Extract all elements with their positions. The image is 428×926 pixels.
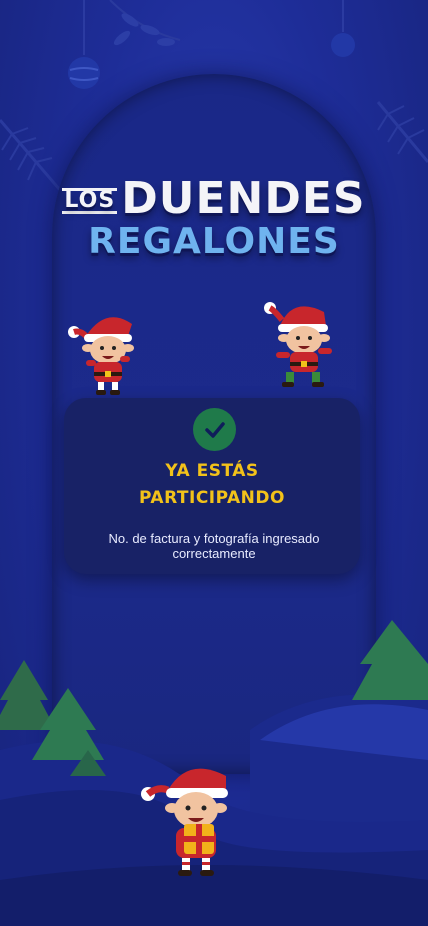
pine-branch-right-icon bbox=[376, 101, 428, 163]
leaf-branch-top-icon bbox=[109, 0, 181, 46]
ornament-right-icon bbox=[331, 0, 355, 57]
success-badge bbox=[193, 408, 236, 451]
message-line-1: No. de factura y fotografía ingresado bbox=[108, 531, 320, 546]
elf-gift-icon bbox=[141, 768, 228, 876]
logo-regalones: REGALONES bbox=[88, 221, 340, 262]
elf-right-icon bbox=[264, 302, 332, 387]
logo-title: LOS DUENDES REGALONES bbox=[0, 176, 428, 262]
status-line-2: PARTICIPANDO bbox=[139, 488, 285, 508]
ornament-left-icon bbox=[68, 0, 100, 89]
check-icon bbox=[204, 421, 225, 438]
logo-los: LOS bbox=[62, 188, 118, 214]
elf-left-icon bbox=[68, 317, 134, 395]
confirmation-message: No. de factura y fotografía ingresado co… bbox=[84, 531, 344, 561]
status-line-1: YA ESTÁS bbox=[165, 461, 259, 481]
logo-duendes: DUENDES bbox=[121, 173, 366, 224]
gift-icon bbox=[184, 824, 214, 854]
message-line-2: correctamente bbox=[172, 546, 256, 561]
status-title: YA ESTÁS PARTICIPANDO bbox=[64, 458, 360, 512]
